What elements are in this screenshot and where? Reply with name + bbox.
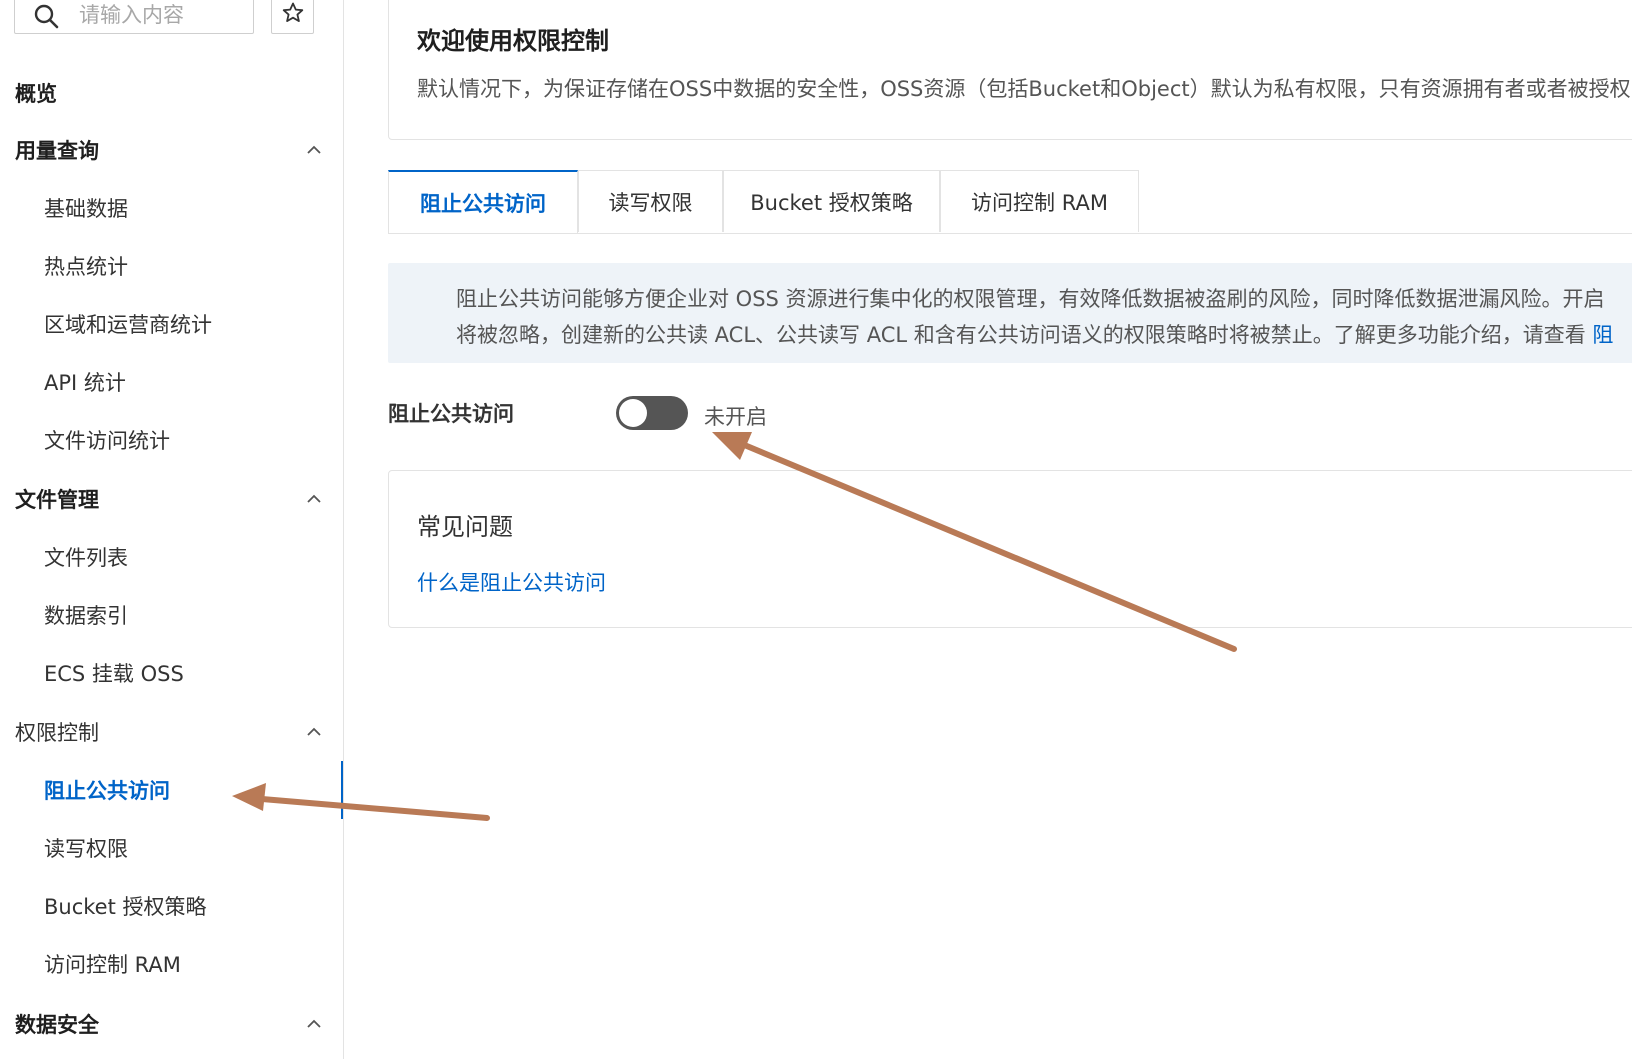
tab-read-write-permission[interactable]: 读写权限 xyxy=(578,170,723,232)
sidebar-group-data-security[interactable]: 数据安全 xyxy=(0,1004,342,1044)
block-public-access-label: 阻止公共访问 xyxy=(388,402,514,426)
sidebar-item-region-isp-stats[interactable]: 区域和运营商统计 xyxy=(0,304,342,344)
sidebar-item-label: 热点统计 xyxy=(44,255,128,279)
sidebar-item-ecs-mount[interactable]: ECS 挂载 OSS xyxy=(0,653,342,693)
main-content: 欢迎使用权限控制 默认情况下，为保证存储在OSS中数据的安全性，OSS资源（包括… xyxy=(344,0,1632,1059)
sidebar-item-label: 概览 xyxy=(15,82,57,106)
sidebar-item-label: 数据索引 xyxy=(44,604,128,628)
chevron-up-icon xyxy=(307,494,321,503)
sidebar-item-overview[interactable]: 概览 xyxy=(0,73,342,113)
faq-card: 常见问题 什么是阻止公共访问 xyxy=(388,470,1632,628)
sidebar-item-label: 区域和运营商统计 xyxy=(44,313,212,337)
sidebar-item-label: 文件列表 xyxy=(44,546,128,570)
sidebar: 概览 用量查询 基础数据 热点统计 区域和运营商统计 API 统计 文件访问统计… xyxy=(0,0,344,1059)
sidebar-item-label: 阻止公共访问 xyxy=(44,779,170,803)
sidebar-group-permission-control[interactable]: 权限控制 xyxy=(0,712,342,752)
search-icon xyxy=(33,3,59,29)
sidebar-item-label: Bucket 授权策略 xyxy=(44,895,207,919)
sidebar-group-label: 文件管理 xyxy=(15,488,99,512)
tab-bucket-policy[interactable]: Bucket 授权策略 xyxy=(723,170,940,232)
tab-bar: 阻止公共访问 读写权限 Bucket 授权策略 访问控制 RAM xyxy=(388,170,1632,234)
page-root: 概览 用量查询 基础数据 热点统计 区域和运营商统计 API 统计 文件访问统计… xyxy=(0,0,1632,1059)
tab-label: Bucket 授权策略 xyxy=(750,190,913,215)
sidebar-item-label: ECS 挂载 OSS xyxy=(44,662,184,686)
sidebar-group-label: 权限控制 xyxy=(15,721,99,745)
switch-knob xyxy=(619,399,647,427)
tab-label: 访问控制 RAM xyxy=(971,190,1108,215)
block-public-access-switch[interactable] xyxy=(616,396,688,430)
sidebar-item-api-stats[interactable]: API 统计 xyxy=(0,362,342,402)
notice-line-text: 将被忽略，创建新的公共读 ACL、公共读写 ACL 和含有公共访问语义的权限策略… xyxy=(456,323,1593,347)
sidebar-group-label: 用量查询 xyxy=(15,139,99,163)
chevron-up-icon xyxy=(307,727,321,736)
sidebar-item-data-index[interactable]: 数据索引 xyxy=(0,595,342,635)
tab-block-public-access[interactable]: 阻止公共访问 xyxy=(388,170,578,233)
sidebar-item-block-public-access[interactable]: 阻止公共访问 xyxy=(0,770,342,810)
favorite-button[interactable] xyxy=(271,0,314,34)
sidebar-item-basic-data[interactable]: 基础数据 xyxy=(0,188,342,228)
faq-link-what-is-block-public-access[interactable]: 什么是阻止公共访问 xyxy=(417,567,606,597)
sidebar-group-label: 数据安全 xyxy=(15,1013,99,1037)
sidebar-item-bucket-policy[interactable]: Bucket 授权策略 xyxy=(0,886,342,926)
sidebar-item-ram-access-control[interactable]: 访问控制 RAM xyxy=(0,944,342,984)
notice-doc-link[interactable]: 阻 xyxy=(1592,323,1613,347)
notice-line-2: 将被忽略，创建新的公共读 ACL、公共读写 ACL 和含有公共访问语义的权限策略… xyxy=(456,319,1613,349)
sidebar-item-file-access-stats[interactable]: 文件访问统计 xyxy=(0,420,342,460)
faq-title: 常见问题 xyxy=(417,513,513,541)
sidebar-item-label: 文件访问统计 xyxy=(44,429,170,453)
intro-title: 欢迎使用权限控制 xyxy=(417,27,609,55)
notice-line: 阻止公共访问能够方便企业对 OSS 资源进行集中化的权限管理，有效降低数据被盗刷… xyxy=(456,287,1605,311)
search-box[interactable] xyxy=(14,0,254,34)
sidebar-group-usage[interactable]: 用量查询 xyxy=(0,130,342,170)
sidebar-item-label: 访问控制 RAM xyxy=(44,953,181,977)
info-notice: 阻止公共访问能够方便企业对 OSS 资源进行集中化的权限管理，有效降低数据被盗刷… xyxy=(388,263,1632,363)
sidebar-item-label: 读写权限 xyxy=(44,837,128,861)
sidebar-item-label: 基础数据 xyxy=(44,197,128,221)
sidebar-item-read-write-permission[interactable]: 读写权限 xyxy=(0,828,342,868)
tab-ram-access-control[interactable]: 访问控制 RAM xyxy=(940,170,1139,232)
intro-description: 默认情况下，为保证存储在OSS中数据的安全性，OSS资源（包括Bucket和Ob… xyxy=(417,77,1631,101)
star-icon xyxy=(281,1,305,29)
tab-label: 阻止公共访问 xyxy=(420,191,546,216)
sidebar-group-file-management[interactable]: 文件管理 xyxy=(0,479,342,519)
active-indicator xyxy=(341,761,343,819)
sidebar-item-hotspot-stats[interactable]: 热点统计 xyxy=(0,246,342,286)
search-input[interactable] xyxy=(77,0,251,31)
tab-label: 读写权限 xyxy=(608,190,693,215)
sidebar-item-label: API 统计 xyxy=(44,371,126,395)
switch-status-text: 未开启 xyxy=(704,405,767,429)
chevron-up-icon xyxy=(307,145,321,154)
chevron-up-icon xyxy=(307,1019,321,1028)
intro-card: 欢迎使用权限控制 默认情况下，为保证存储在OSS中数据的安全性，OSS资源（包括… xyxy=(388,0,1632,140)
sidebar-item-file-list[interactable]: 文件列表 xyxy=(0,537,342,577)
